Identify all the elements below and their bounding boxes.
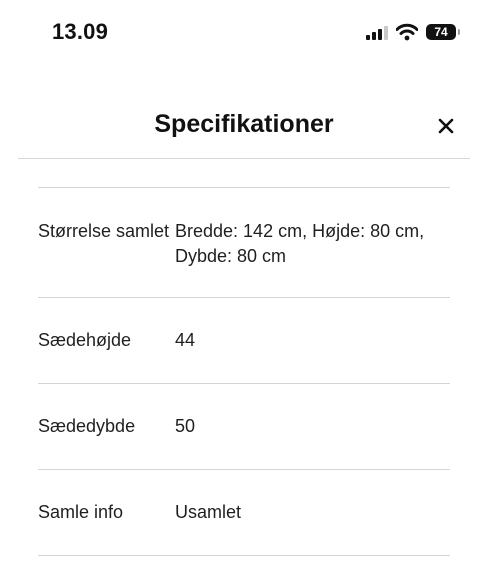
status-icons: 74: [366, 22, 460, 42]
header-divider: [18, 158, 470, 159]
page-title: Specifikationer: [154, 110, 334, 138]
spec-list: Størrelse samlet Bredde: 142 cm, Højde: …: [38, 187, 450, 556]
wifi-icon: [396, 23, 418, 41]
spec-value: 44: [175, 330, 196, 350]
status-bar: 13.09 74: [0, 0, 488, 66]
spec-label: Samle info: [38, 502, 124, 522]
spec-label: Størrelse samlet: [38, 221, 170, 241]
close-icon: [438, 118, 454, 134]
close-button[interactable]: [434, 114, 458, 138]
spec-value: Bredde: 142 cm, Højde: 80 cm, Dybde: 80 …: [175, 221, 425, 266]
spec-row-size: Størrelse samlet Bredde: 142 cm, Højde: …: [38, 188, 450, 298]
battery-level: 74: [434, 25, 448, 39]
cellular-signal-icon: [366, 24, 388, 40]
spec-row-assembly: Samle info Usamlet: [38, 470, 450, 556]
spec-value: Usamlet: [175, 502, 242, 522]
spec-label: Sædedybde: [38, 416, 136, 436]
spec-label: Sædehøjde: [38, 330, 132, 350]
sheet-header: Specifikationer: [0, 100, 488, 158]
spec-row-seat-depth: Sædedybde 50: [38, 384, 450, 470]
status-time: 13.09: [52, 19, 109, 44]
spec-value: 50: [175, 416, 196, 436]
battery-icon: 74: [426, 24, 460, 40]
spec-row-seat-height: Sædehøjde 44: [38, 298, 450, 384]
